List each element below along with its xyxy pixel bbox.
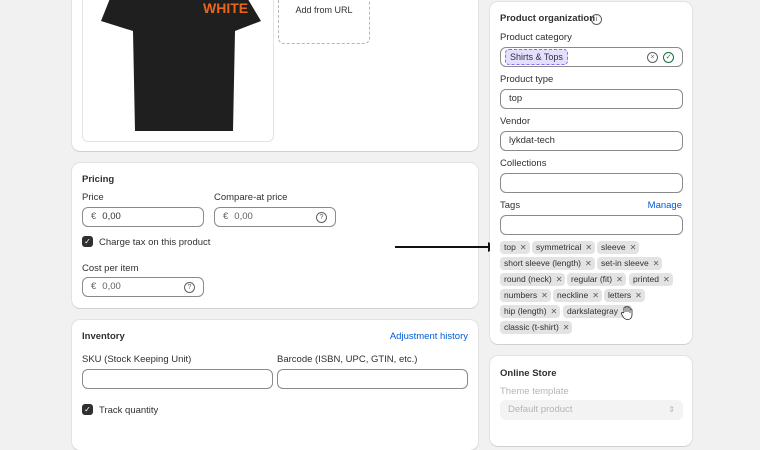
pricing-card: Pricing Price €0,00 Compare-at price €0,… (72, 163, 478, 308)
tag-chip[interactable]: letters ✕ (604, 289, 645, 302)
cost-per-item-label: Cost per item (82, 263, 139, 274)
tag-chip[interactable]: numbers ✕ (500, 289, 551, 302)
cost-placeholder: 0,00 (102, 281, 121, 292)
remove-tag-icon[interactable]: ✕ (520, 243, 527, 252)
tag-chip[interactable]: hip (length) ✕ (500, 305, 561, 318)
sku-input[interactable] (82, 369, 273, 389)
add-from-url-label[interactable]: Add from URL (279, 5, 369, 15)
online-store-card: Online Store Theme template Default prod… (490, 356, 692, 446)
vendor-label: Vendor (500, 116, 531, 127)
collections-input[interactable] (500, 173, 683, 193)
remove-tag-icon[interactable]: ✕ (585, 259, 592, 268)
compare-price-input[interactable]: €0,00 ? (214, 207, 336, 227)
inventory-card: Inventory Adjustment history SKU (Stock … (72, 320, 478, 450)
product-category-input[interactable]: Shirts & Tops × ✓ (500, 47, 683, 67)
tag-chip[interactable]: round (neck) ✕ (500, 273, 566, 286)
shirt-print: WHITE (203, 0, 248, 16)
price-value: 0,00 (102, 211, 121, 222)
arrow-annotation (395, 242, 497, 252)
compare-price-currency: € (223, 211, 229, 222)
online-store-title: Online Store (500, 368, 557, 379)
cost-per-item-input[interactable]: €0,00 ? (82, 277, 204, 297)
compare-price-help-icon[interactable]: ? (316, 212, 327, 223)
tshirt-image: WHITE (101, 0, 261, 131)
cost-currency: € (91, 281, 97, 292)
price-label: Price (82, 192, 104, 203)
remove-tag-icon[interactable]: ✕ (563, 323, 570, 332)
pricing-title: Pricing (82, 174, 115, 185)
track-quantity-label[interactable]: Track quantity (99, 405, 158, 416)
theme-template-value: Default product (508, 404, 573, 415)
product-image[interactable]: WHITE (82, 0, 274, 142)
tag-chip[interactable]: short sleeve (length) ✕ (500, 257, 595, 270)
info-icon[interactable]: i (591, 14, 602, 25)
price-input[interactable]: €0,00 (82, 207, 204, 227)
remove-tag-icon[interactable]: ✕ (663, 275, 670, 284)
collections-label: Collections (500, 158, 547, 169)
barcode-label: Barcode (ISBN, UPC, GTIN, etc.) (277, 354, 418, 365)
tag-chip[interactable]: set-in sleeve ✕ (597, 257, 663, 270)
inventory-title: Inventory (82, 331, 125, 342)
tags-manage-link[interactable]: Manage (648, 200, 682, 211)
remove-tag-icon[interactable]: ✕ (630, 243, 637, 252)
charge-tax-label[interactable]: Charge tax on this product (99, 237, 210, 248)
compare-price-placeholder: 0,00 (234, 211, 253, 222)
product-type-input[interactable]: top (500, 89, 683, 109)
tag-chip[interactable]: top ✕ (500, 241, 530, 254)
remove-tag-icon[interactable]: ✕ (653, 259, 660, 268)
remove-tag-icon[interactable]: ✕ (585, 243, 592, 252)
remove-tag-icon[interactable]: ✕ (592, 291, 599, 300)
product-type-label: Product type (500, 74, 554, 85)
sku-label: SKU (Stock Keeping Unit) (82, 354, 192, 365)
theme-template-label: Theme template (500, 386, 569, 397)
tag-chip[interactable]: regular (fit) ✕ (567, 273, 626, 286)
barcode-input[interactable] (277, 369, 468, 389)
charge-tax-checkbox[interactable]: ✓ (82, 236, 93, 247)
remove-tag-icon[interactable]: ✕ (541, 291, 548, 300)
theme-template-select: Default product ⇕ (500, 400, 683, 420)
tag-chip[interactable]: sleeve ✕ (597, 241, 640, 254)
tag-chip[interactable]: neckline ✕ (553, 289, 602, 302)
clear-icon[interactable]: × (647, 52, 658, 63)
product-organization-card: Product organization i Product category … (490, 2, 692, 344)
track-quantity-checkbox[interactable]: ✓ (82, 404, 93, 415)
cost-help-icon[interactable]: ? (184, 282, 195, 293)
tags-label: Tags (500, 200, 521, 211)
compare-price-label: Compare-at price (214, 192, 288, 203)
add-from-url-dropzone[interactable]: Add from URL (278, 0, 370, 44)
product-category-label: Product category (500, 32, 572, 43)
product-organization-title: Product organization (500, 13, 595, 24)
price-currency: € (91, 211, 97, 222)
remove-tag-icon[interactable]: ✕ (556, 275, 563, 284)
vendor-input[interactable]: lykdat-tech (500, 131, 683, 151)
remove-tag-icon[interactable]: ✕ (551, 307, 558, 316)
remove-tag-icon[interactable]: ✕ (616, 275, 623, 284)
check-circle-icon[interactable]: ✓ (663, 52, 674, 63)
tag-chip[interactable]: symmetrical ✕ (532, 241, 596, 254)
hand-cursor-icon (621, 306, 633, 320)
media-card: WHITE Add from URL (72, 0, 478, 151)
adjustment-history-link[interactable]: Adjustment history (390, 331, 468, 342)
tags-input[interactable] (500, 215, 683, 235)
tag-chip[interactable]: printed ✕ (629, 273, 673, 286)
tag-chip[interactable]: classic (t-shirt) ✕ (500, 321, 573, 334)
category-chip[interactable]: Shirts & Tops (505, 49, 568, 65)
select-chevron-icon: ⇕ (668, 405, 675, 414)
remove-tag-icon[interactable]: ✕ (635, 291, 642, 300)
